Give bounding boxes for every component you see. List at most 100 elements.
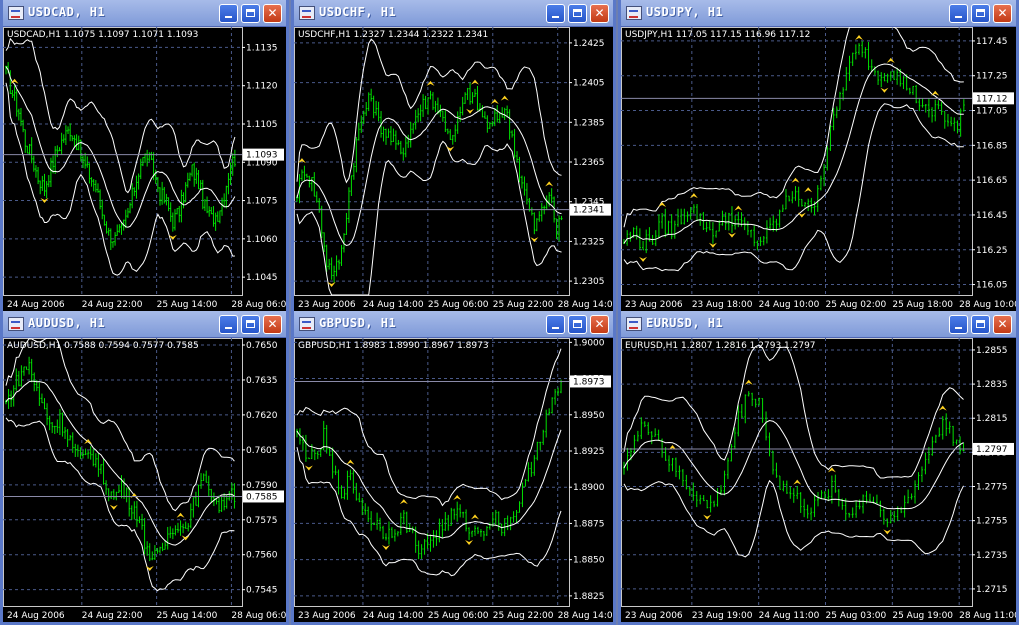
- title-bar[interactable]: USDCHF, H1 ✕: [294, 0, 613, 27]
- price-tick-label: 1.2855: [976, 346, 1008, 356]
- price-tick-label: 1.8900: [573, 483, 605, 493]
- time-tick-label: 24 Aug 11:00: [759, 611, 820, 621]
- arrow-up-icon: [886, 57, 895, 63]
- minimize-icon[interactable]: [219, 315, 238, 334]
- close-icon[interactable]: ✕: [993, 4, 1012, 23]
- price-tick-label: 0.7590: [246, 481, 278, 491]
- time-tick-label: 25 Aug 14:00: [157, 611, 218, 621]
- price-chart[interactable]: USDJPY,H1 117.05 117.15 116.96 117.12 11…: [621, 27, 1016, 311]
- chart-svg[interactable]: 0.7650 0.7635 0.7620 0.7605 0.7590 0.7575 0.75…: [3, 338, 286, 622]
- title-bar[interactable]: AUDUSD, H1 ✕: [3, 311, 286, 338]
- price-tick-label: 0.7620: [246, 411, 278, 421]
- price-tick-label: 116.45: [976, 211, 1008, 221]
- price-tick-label: 116.05: [976, 281, 1008, 291]
- price-tick-label: 1.8925: [573, 447, 605, 457]
- time-tick-label: 28 Aug 14:00: [558, 611, 613, 621]
- chart-svg[interactable]: 1.24251.24051.23851.23651.23451.23251.23…: [294, 27, 613, 311]
- maximize-icon[interactable]: [568, 315, 587, 334]
- chart-window-usdchf[interactable]: USDCHF, H1 ✕ USDCHF,H1 1.2327 1.2344 1.2…: [291, 0, 616, 314]
- minimize-icon[interactable]: [949, 4, 968, 23]
- price-chart[interactable]: AUDUSD,H1 0.7588 0.7594 0.7577 0.7585 0.…: [3, 338, 286, 622]
- chart-svg[interactable]: 1.28551.28351.28151.27951.27751.27551.27…: [621, 338, 1016, 622]
- time-tick-label: 24 Aug 10:00: [759, 300, 820, 310]
- maximize-icon[interactable]: [241, 4, 260, 23]
- time-tick-label: 28 Aug 06:00: [231, 611, 286, 621]
- chart-svg[interactable]: 117.45 117.25 117.05 116.85 116.65 116.45 116.…: [621, 27, 1016, 311]
- maximize-icon[interactable]: [241, 315, 260, 334]
- chart-info: USDCAD,H1 1.1075 1.1097 1.1071 1.1093: [7, 30, 199, 40]
- arrow-down-icon: [466, 108, 475, 114]
- chart-svg[interactable]: 1.11351.11201.11051.10901.10751.10601.10…: [3, 27, 286, 311]
- time-tick-label: 23 Aug 2006: [625, 611, 683, 621]
- price-tick-label: 1.1060: [246, 235, 278, 245]
- chart-window-usdjpy[interactable]: USDJPY, H1 ✕ USDJPY,H1 117.05 117.15 116…: [618, 0, 1019, 314]
- price-tick-label: 1.2385: [573, 118, 605, 128]
- maximize-icon[interactable]: [971, 315, 990, 334]
- price-chart[interactable]: USDCAD,H1 1.1075 1.1097 1.1071 1.1093 1.…: [3, 27, 286, 311]
- time-tick-label: 24 Aug 22:00: [82, 300, 143, 310]
- close-icon[interactable]: ✕: [590, 315, 609, 334]
- arrow-down-icon: [446, 146, 455, 152]
- price-tick-label: 0.7605: [246, 446, 278, 456]
- band-upper: [623, 344, 964, 479]
- title-bar[interactable]: USDCAD, H1 ✕: [3, 0, 286, 27]
- chart-window-icon: [626, 317, 642, 331]
- maximize-icon[interactable]: [568, 4, 587, 23]
- price-tick-label: 1.2815: [976, 414, 1008, 424]
- arrow-down-icon: [109, 504, 118, 510]
- close-icon[interactable]: ✕: [993, 315, 1012, 334]
- time-tick-label: 23 Aug 18:00: [692, 300, 753, 310]
- price-tick-label: 117.45: [976, 37, 1008, 47]
- current-price-label: 117.12: [976, 94, 1008, 104]
- price-tick-label: 0.7575: [246, 516, 278, 526]
- time-tick-label: 25 Aug 19:00: [892, 611, 953, 621]
- time-tick-label: 25 Aug 03:00: [826, 611, 887, 621]
- chart-window-gbpusd[interactable]: GBPUSD, H1 ✕ GBPUSD,H1 1.8983 1.8990 1.8…: [291, 311, 616, 625]
- price-chart[interactable]: USDCHF,H1 1.2327 1.2344 1.2322 1.2341 1.…: [294, 27, 613, 311]
- chart-window-usdcad[interactable]: USDCAD, H1 ✕ USDCAD,H1 1.1075 1.1097 1.1…: [0, 0, 289, 314]
- price-tick-label: 1.1075: [246, 197, 278, 207]
- plot-frame: [621, 27, 973, 296]
- price-tick-label: 1.9000: [573, 338, 605, 348]
- chart-window-icon: [8, 317, 24, 331]
- chart-window-eurusd[interactable]: EURUSD, H1 ✕ EURUSD,H1 1.2807 1.2816 1.2…: [618, 311, 1019, 625]
- time-tick-label: 28 Aug 14:00: [558, 300, 613, 310]
- price-tick-label: 1.8850: [573, 556, 605, 566]
- time-tick-label: 25 Aug 06:00: [428, 300, 489, 310]
- price-tick-label: 116.65: [976, 176, 1008, 186]
- close-icon[interactable]: ✕: [590, 4, 609, 23]
- arrow-down-icon: [727, 232, 736, 238]
- arrow-down-icon: [703, 514, 712, 520]
- chart-window-icon: [8, 6, 24, 20]
- time-tick-label: 24 Aug 14:00: [363, 611, 424, 621]
- price-chart[interactable]: GBPUSD,H1 1.8983 1.8990 1.8967 1.8973 1.…: [294, 338, 613, 622]
- close-icon[interactable]: ✕: [263, 4, 282, 23]
- minimize-icon[interactable]: [546, 4, 565, 23]
- arrow-down-icon: [883, 529, 892, 535]
- title-bar[interactable]: USDJPY, H1 ✕: [621, 0, 1016, 27]
- current-price-label: 1.1093: [246, 151, 278, 161]
- price-tick-label: 116.85: [976, 141, 1008, 151]
- price-tick-label: 1.1120: [246, 82, 278, 92]
- window-title: USDJPY, H1: [646, 5, 724, 19]
- minimize-icon[interactable]: [219, 4, 238, 23]
- title-bar[interactable]: EURUSD, H1 ✕: [621, 311, 1016, 338]
- price-tick-label: 1.8950: [573, 411, 605, 421]
- time-tick-label: 28 Aug 10:00: [959, 300, 1016, 310]
- price-chart[interactable]: EURUSD,H1 1.2807 1.2816 1.2793 1.2797 1.…: [621, 338, 1016, 622]
- window-title: USDCAD, H1: [28, 5, 106, 19]
- time-tick-label: 23 Aug 2006: [625, 300, 683, 310]
- title-bar[interactable]: GBPUSD, H1 ✕: [294, 311, 613, 338]
- chart-window-icon: [299, 317, 315, 331]
- arrow-up-icon: [734, 205, 743, 211]
- minimize-icon[interactable]: [949, 315, 968, 334]
- price-tick-label: 1.2425: [573, 39, 605, 49]
- arrow-down-icon: [465, 539, 474, 545]
- minimize-icon[interactable]: [546, 315, 565, 334]
- price-tick-label: 1.2715: [976, 585, 1008, 595]
- close-icon[interactable]: ✕: [263, 315, 282, 334]
- price-tick-label: 1.2305: [573, 277, 605, 287]
- chart-svg[interactable]: 1.90001.89751.89501.89251.89001.88751.88…: [294, 338, 613, 622]
- chart-window-audusd[interactable]: AUDUSD, H1 ✕ AUDUSD,H1 0.7588 0.7594 0.7…: [0, 311, 289, 625]
- maximize-icon[interactable]: [971, 4, 990, 23]
